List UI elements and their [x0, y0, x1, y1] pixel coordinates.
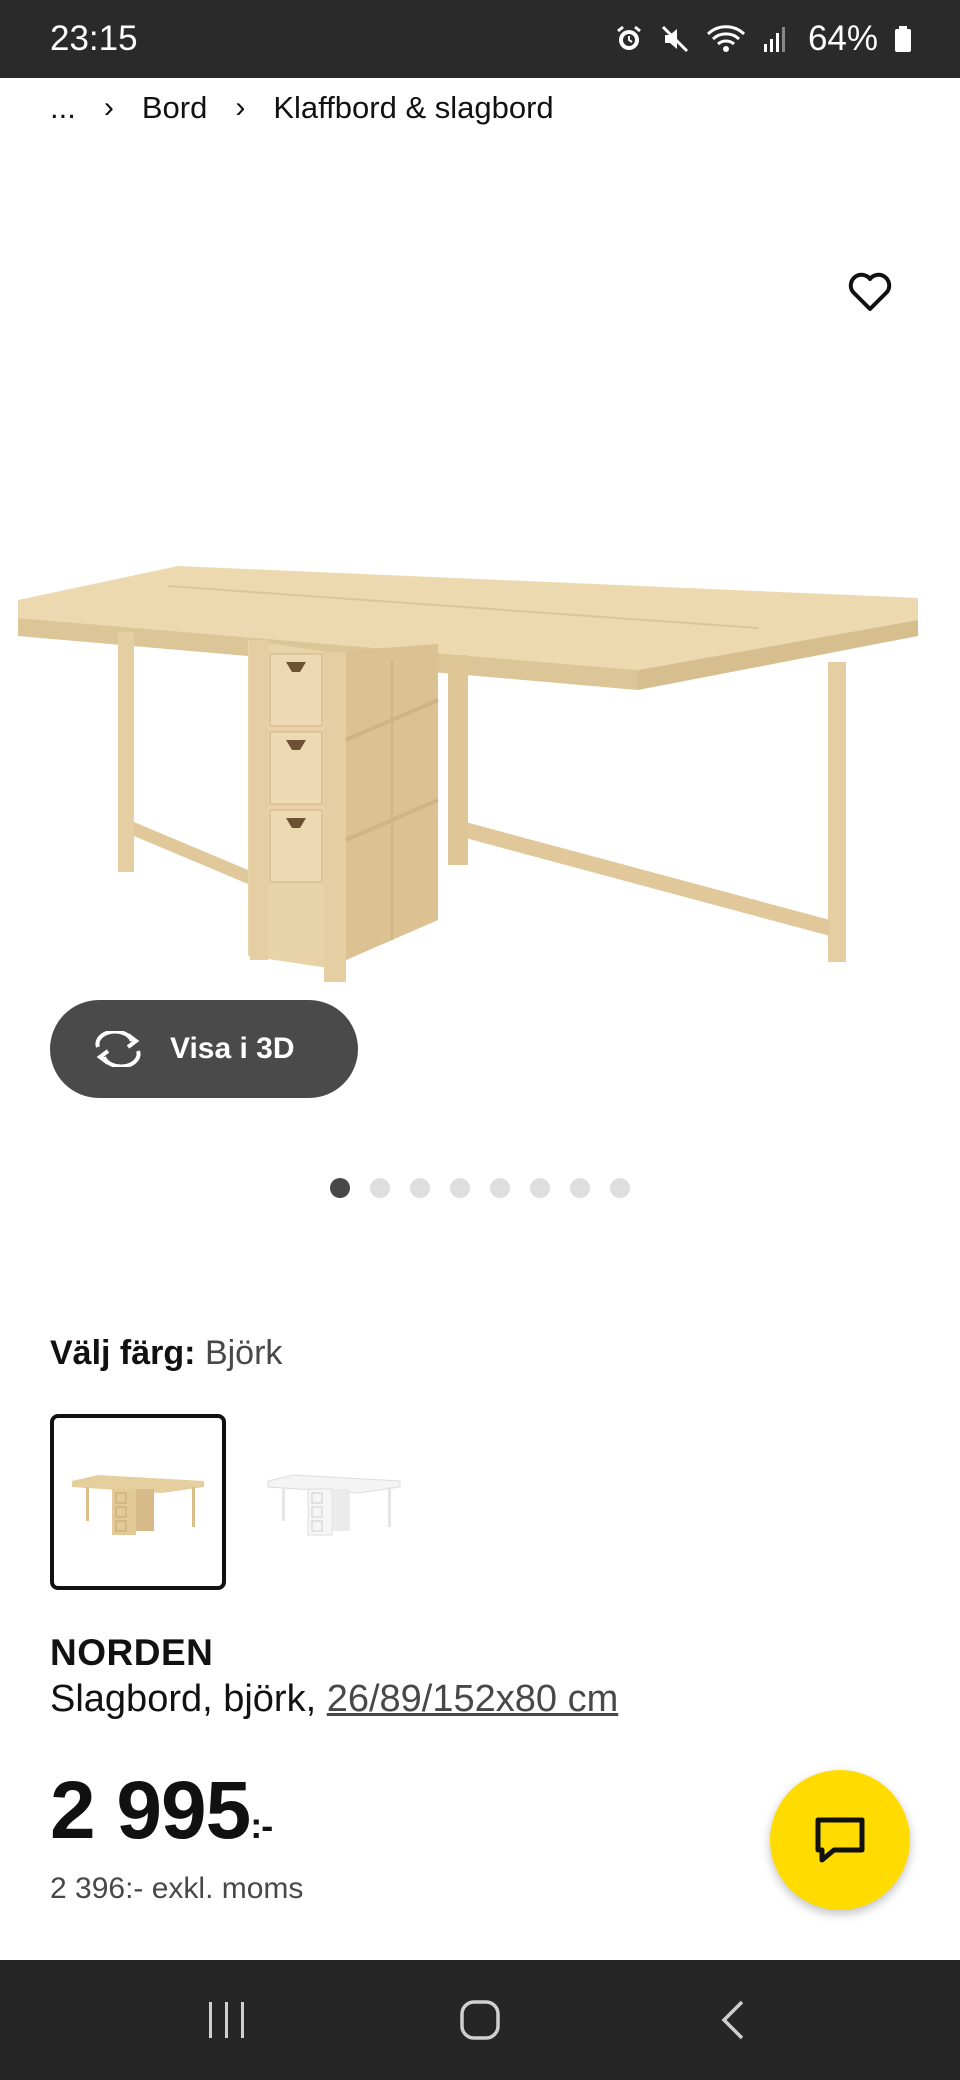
product-price: 2 995:-	[50, 1764, 273, 1858]
product-name: NORDEN	[50, 1632, 214, 1673]
view-in-3d-label: Visa i 3D	[170, 1032, 295, 1065]
pager-dot-6[interactable]	[530, 1178, 550, 1198]
battery-percent: 64%	[807, 19, 878, 58]
status-bar: 23:15 64%	[0, 0, 960, 78]
gallery-pager	[0, 1178, 960, 1198]
recent-apps-icon	[208, 2002, 244, 2038]
price-excl-vat: 2 396:- exkl. moms	[50, 1872, 304, 1905]
battery-icon	[894, 24, 912, 54]
color-label-text: Välj färg:	[50, 1334, 196, 1372]
breadcrumb-ellipsis[interactable]: ...	[50, 90, 76, 126]
pager-dot-8[interactable]	[610, 1178, 630, 1198]
system-navigation-bar	[0, 1960, 960, 2080]
mute-icon	[660, 24, 690, 54]
pager-dot-4[interactable]	[450, 1178, 470, 1198]
product-image[interactable]	[18, 400, 942, 1080]
product-gallery[interactable]: Visa i 3D	[0, 140, 960, 1198]
pager-dot-1[interactable]	[330, 1178, 350, 1198]
back-icon	[721, 2000, 744, 2040]
color-selector-label: Välj färg: Björk	[50, 1334, 282, 1373]
signal-icon	[762, 24, 788, 54]
pager-dot-2[interactable]	[370, 1178, 390, 1198]
chat-icon	[815, 1817, 865, 1863]
recent-apps-button[interactable]	[187, 1980, 267, 2060]
chat-button[interactable]	[770, 1770, 910, 1910]
breadcrumb: ... › Bord › Klaffbord & slagbord	[50, 78, 554, 138]
pager-dot-7[interactable]	[570, 1178, 590, 1198]
color-selected-value: Björk	[204, 1334, 283, 1372]
alarm-icon	[614, 24, 644, 54]
product-description: Slagbord, björk, 26/89/152x80 cm	[50, 1678, 618, 1721]
color-swatch-birch[interactable]	[50, 1414, 226, 1590]
view-in-3d-button[interactable]: Visa i 3D	[50, 1000, 358, 1098]
chevron-right-icon: ›	[235, 91, 246, 124]
white-table-thumbnail	[267, 1474, 401, 1536]
price-amount: 2 995	[50, 1765, 251, 1856]
pager-dot-3[interactable]	[410, 1178, 430, 1198]
chevron-right-icon: ›	[103, 91, 114, 124]
favorite-button[interactable]	[840, 262, 900, 322]
product-desc-prefix: Slagbord, björk,	[50, 1678, 317, 1720]
color-swatch-white[interactable]	[246, 1414, 422, 1590]
breadcrumb-item-bord[interactable]: Bord	[142, 90, 207, 126]
back-button[interactable]	[693, 1980, 773, 2060]
product-size-link[interactable]: 26/89/152x80 cm	[327, 1678, 619, 1720]
rotate-3d-icon	[95, 1031, 141, 1067]
heart-icon	[848, 272, 892, 311]
birch-table-thumbnail	[72, 1475, 204, 1535]
status-time: 23:15	[50, 19, 138, 58]
status-icons: 64%	[614, 0, 912, 78]
home-button[interactable]	[440, 1980, 520, 2060]
wifi-icon	[706, 24, 746, 54]
breadcrumb-item-klaffbord[interactable]: Klaffbord & slagbord	[273, 90, 553, 126]
price-suffix: :-	[250, 1805, 273, 1846]
home-icon	[460, 2000, 500, 2040]
pager-dot-5[interactable]	[490, 1178, 510, 1198]
